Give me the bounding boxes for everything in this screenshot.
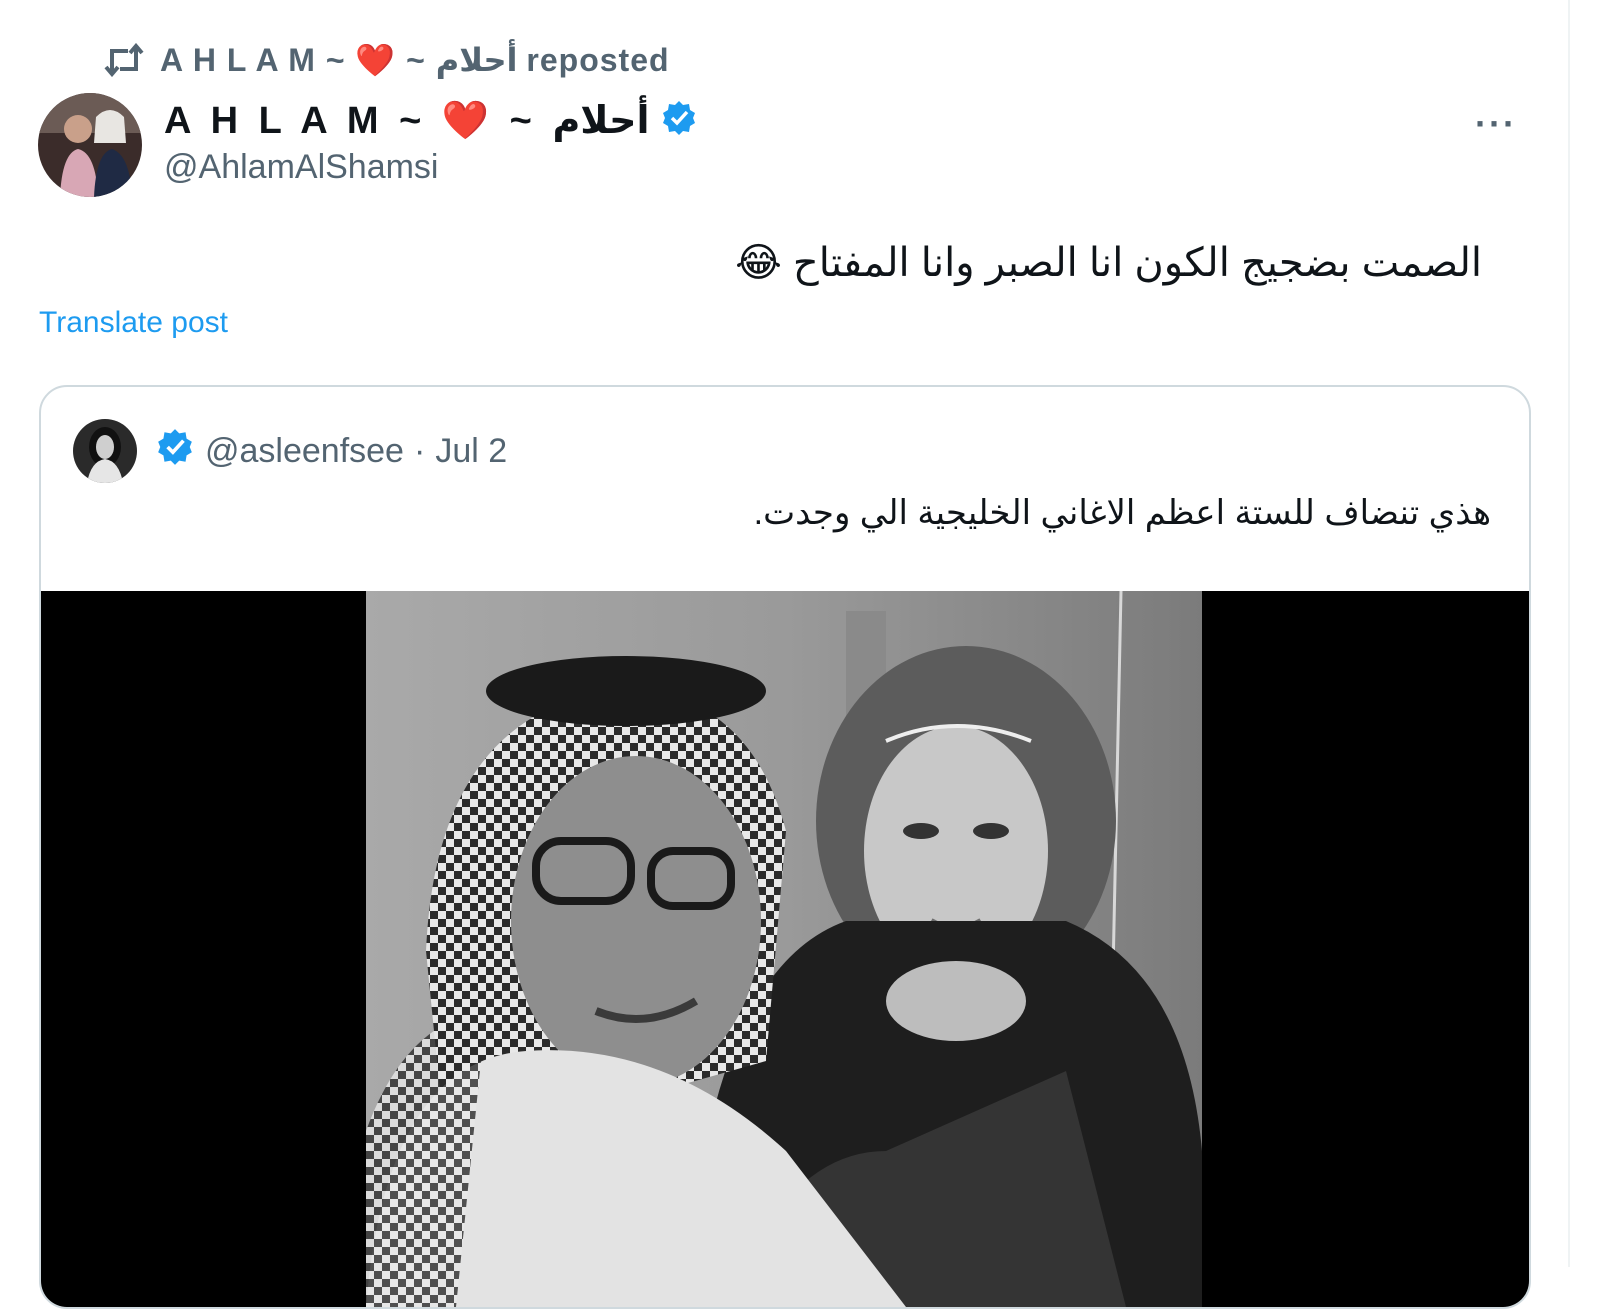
repost-icon xyxy=(102,40,146,80)
author-handle[interactable]: @AhlamAlShamsi xyxy=(164,148,439,187)
quoted-tweet-card[interactable]: @asleenfsee · Jul 2 هذي تنضاف للستة اعظم… xyxy=(39,385,1531,1309)
tweet-text: الصمت بضجيج الكون انا الصبر وانا المفتاح… xyxy=(735,241,1482,285)
quoted-tweet-text: هذي تنضاف للستة اعظم الاغاني الخليجية ال… xyxy=(753,494,1491,532)
author-avatar[interactable] xyxy=(38,93,142,197)
quoted-meta: @asleenfsee · Jul 2 xyxy=(155,425,507,477)
more-options-icon[interactable]: ··· xyxy=(1466,103,1526,144)
quoted-media[interactable] xyxy=(41,591,1529,1307)
translate-post-link[interactable]: Translate post xyxy=(39,306,228,340)
media-photo xyxy=(366,591,1202,1307)
verified-badge-icon xyxy=(660,99,698,142)
repost-label: A H L A M ~ ❤️ ~ أحلام reposted xyxy=(160,42,670,78)
timeline-border xyxy=(1568,0,1570,1267)
author-name-row: A H L A M ~ ❤️ ~ أحلام xyxy=(164,96,698,144)
repost-indicator[interactable]: A H L A M ~ ❤️ ~ أحلام reposted xyxy=(102,40,670,80)
meta-separator: · xyxy=(413,431,426,470)
quoted-date[interactable]: Jul 2 xyxy=(435,432,507,471)
verified-badge-icon xyxy=(155,427,195,476)
quoted-handle[interactable]: @asleenfsee xyxy=(205,432,404,471)
author-display-name[interactable]: A H L A M ~ ❤️ ~ أحلام xyxy=(164,98,650,143)
quoted-author-avatar[interactable] xyxy=(73,419,137,483)
